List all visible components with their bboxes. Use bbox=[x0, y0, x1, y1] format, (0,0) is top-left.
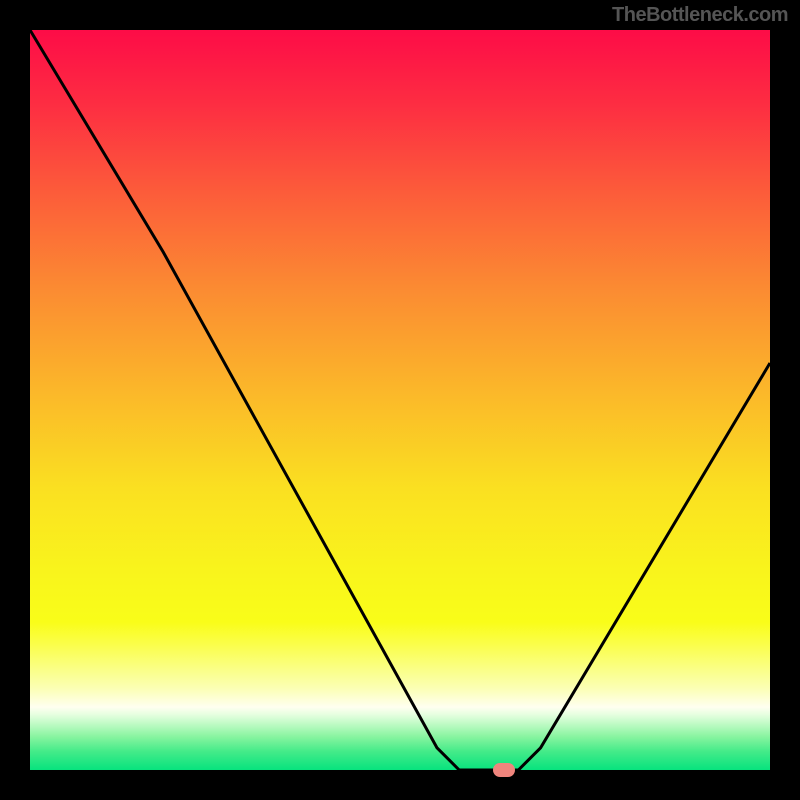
attribution-text: TheBottleneck.com bbox=[612, 4, 788, 27]
marker-dot bbox=[493, 763, 515, 777]
plot-area bbox=[30, 30, 770, 770]
gradient-background bbox=[30, 30, 770, 770]
plot-svg bbox=[30, 30, 770, 770]
chart-container: TheBottleneck.com bbox=[0, 0, 800, 800]
